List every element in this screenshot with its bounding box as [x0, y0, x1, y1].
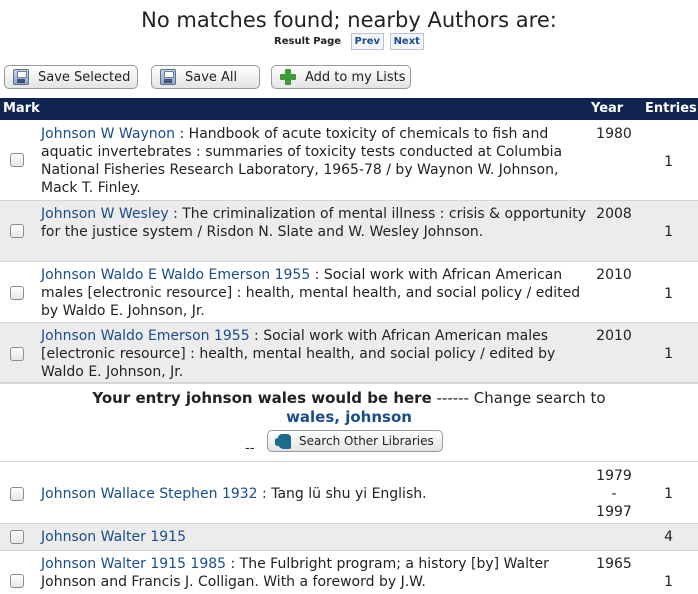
author-link[interactable]: Johnson Waldo E Waldo Emerson 1955 — [41, 267, 310, 283]
mark-checkbox[interactable] — [10, 530, 24, 544]
floppy-disk-icon — [160, 69, 176, 85]
search-other-label: Search Other Libraries — [299, 434, 434, 448]
entries-count: 1 — [664, 154, 673, 170]
author-link[interactable]: Johnson W Wesley — [41, 206, 169, 222]
save-selected-button[interactable]: Save Selected — [4, 65, 138, 89]
change-search-text: ------ Change search to — [431, 389, 606, 407]
entries-count: 1 — [664, 224, 673, 240]
prev-button[interactable]: Prev — [350, 33, 385, 50]
year-cell: 1965 — [596, 556, 632, 572]
save-all-label: Save All — [185, 69, 238, 85]
mark-checkbox[interactable] — [10, 286, 24, 300]
entries-count: 1 — [664, 286, 673, 302]
entry-position-notice: Your entry johnson wales would be here -… — [0, 383, 698, 462]
year-end-cell: 1997 — [596, 504, 632, 520]
floppy-disk-icon — [13, 69, 29, 85]
table-row: Johnson Wallace Stephen 1932 : Tang lü s… — [0, 462, 698, 524]
page-title: No matches found; nearby Authors are: — [141, 8, 557, 32]
result-pager: Result Page Prev Next — [0, 33, 698, 50]
table-row: Johnson Waldo E Waldo Emerson 1955 : Soc… — [0, 262, 698, 323]
add-to-my-lists-button[interactable]: Add to my Lists — [271, 65, 411, 89]
table-row: Johnson W Wesley : The criminalization o… — [0, 201, 698, 262]
author-link[interactable]: Johnson Wallace Stephen 1932 — [41, 486, 258, 502]
mark-checkbox[interactable] — [10, 347, 24, 361]
column-header-year: Year — [591, 101, 624, 116]
author-link[interactable]: Johnson Waldo Emerson 1955 — [41, 328, 250, 344]
mark-checkbox[interactable] — [10, 487, 24, 501]
change-search-link[interactable]: wales, johnson — [286, 408, 412, 426]
result-page-label: Result Page — [274, 36, 342, 47]
dashes-text: -- — [245, 441, 255, 456]
add-to-lists-label: Add to my Lists — [305, 69, 406, 85]
entry-position-text: Your entry johnson wales would be here — [92, 389, 432, 407]
save-all-button[interactable]: Save All — [151, 65, 260, 89]
year-cell: 2008 — [596, 206, 632, 222]
table-header: Mark Year Entries — [0, 98, 698, 120]
year-start-cell: 1979 — [596, 468, 632, 484]
next-button[interactable]: Next — [389, 33, 424, 50]
table-row: Johnson Walter 1915 4 — [0, 524, 698, 551]
mark-checkbox[interactable] — [10, 153, 24, 167]
entries-count: 1 — [664, 574, 673, 590]
author-link[interactable]: Johnson W Waynon — [41, 126, 175, 142]
mark-checkbox[interactable] — [10, 224, 24, 238]
mark-checkbox[interactable] — [10, 574, 24, 588]
entries-count: 4 — [664, 529, 673, 545]
search-other-libraries-button[interactable]: Search Other Libraries — [267, 430, 443, 452]
save-selected-label: Save Selected — [38, 69, 131, 85]
year-separator: - — [611, 486, 617, 502]
table-row: Johnson Waldo Emerson 1955 : Social work… — [0, 323, 698, 383]
column-header-entries: Entries — [645, 101, 697, 116]
year-cell: 2010 — [596, 267, 632, 283]
year-cell: 1980 — [596, 126, 632, 142]
table-row: Johnson Walter 1915 1985 : The Fulbright… — [0, 551, 698, 594]
entries-count: 1 — [664, 486, 673, 502]
year-cell: 2010 — [596, 328, 632, 344]
column-header-mark: Mark — [3, 101, 40, 116]
entries-count: 1 — [664, 346, 673, 362]
author-link[interactable]: Johnson Walter 1915 1985 — [41, 556, 226, 572]
green-plus-icon — [280, 69, 296, 85]
table-row: Johnson W Waynon : Handbook of acute tox… — [0, 120, 698, 201]
title-text: : Tang lü shu yi English. — [257, 486, 427, 502]
michigan-map-icon — [275, 433, 291, 449]
author-link[interactable]: Johnson Walter 1915 — [41, 529, 186, 545]
